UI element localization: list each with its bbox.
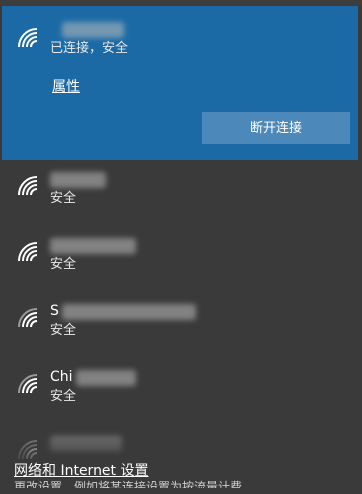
connected-status: 已连接，安全 bbox=[50, 41, 129, 56]
network-list-item[interactable]: S 安全 bbox=[2, 298, 358, 362]
name-redaction bbox=[50, 238, 136, 254]
network-list-item[interactable]: Chi 安全 bbox=[2, 364, 358, 428]
wifi-signal-icon bbox=[16, 174, 40, 198]
network-status: 安全 bbox=[50, 257, 77, 272]
network-status: 安全 bbox=[50, 323, 77, 338]
name-redaction bbox=[76, 370, 136, 386]
network-name: Chi bbox=[50, 369, 73, 385]
network-list-item[interactable]: 安全 bbox=[2, 232, 358, 296]
wifi-signal-icon bbox=[16, 306, 40, 330]
name-redaction bbox=[62, 22, 124, 38]
properties-link[interactable]: 属性 bbox=[52, 78, 80, 96]
wifi-signal-icon bbox=[16, 26, 40, 50]
name-redaction bbox=[62, 304, 196, 320]
network-list-item[interactable]: 安全 bbox=[2, 166, 358, 230]
network-status: 安全 bbox=[50, 389, 77, 404]
wifi-signal-icon bbox=[16, 240, 40, 264]
network-settings-subtext: 更改设置，例如将某连接设置为按流量计费。 bbox=[14, 480, 255, 488]
disconnect-button[interactable]: 断开连接 bbox=[202, 112, 350, 144]
network-name: S bbox=[50, 303, 59, 319]
name-redaction bbox=[50, 172, 106, 188]
network-settings-link[interactable]: 网络和 Internet 设置 bbox=[14, 462, 149, 480]
wifi-signal-icon bbox=[16, 372, 40, 396]
list-fade-overlay bbox=[0, 420, 362, 464]
connected-network-card[interactable]: 已连接，安全 属性 断开连接 bbox=[2, 6, 358, 160]
network-status: 安全 bbox=[50, 191, 77, 206]
